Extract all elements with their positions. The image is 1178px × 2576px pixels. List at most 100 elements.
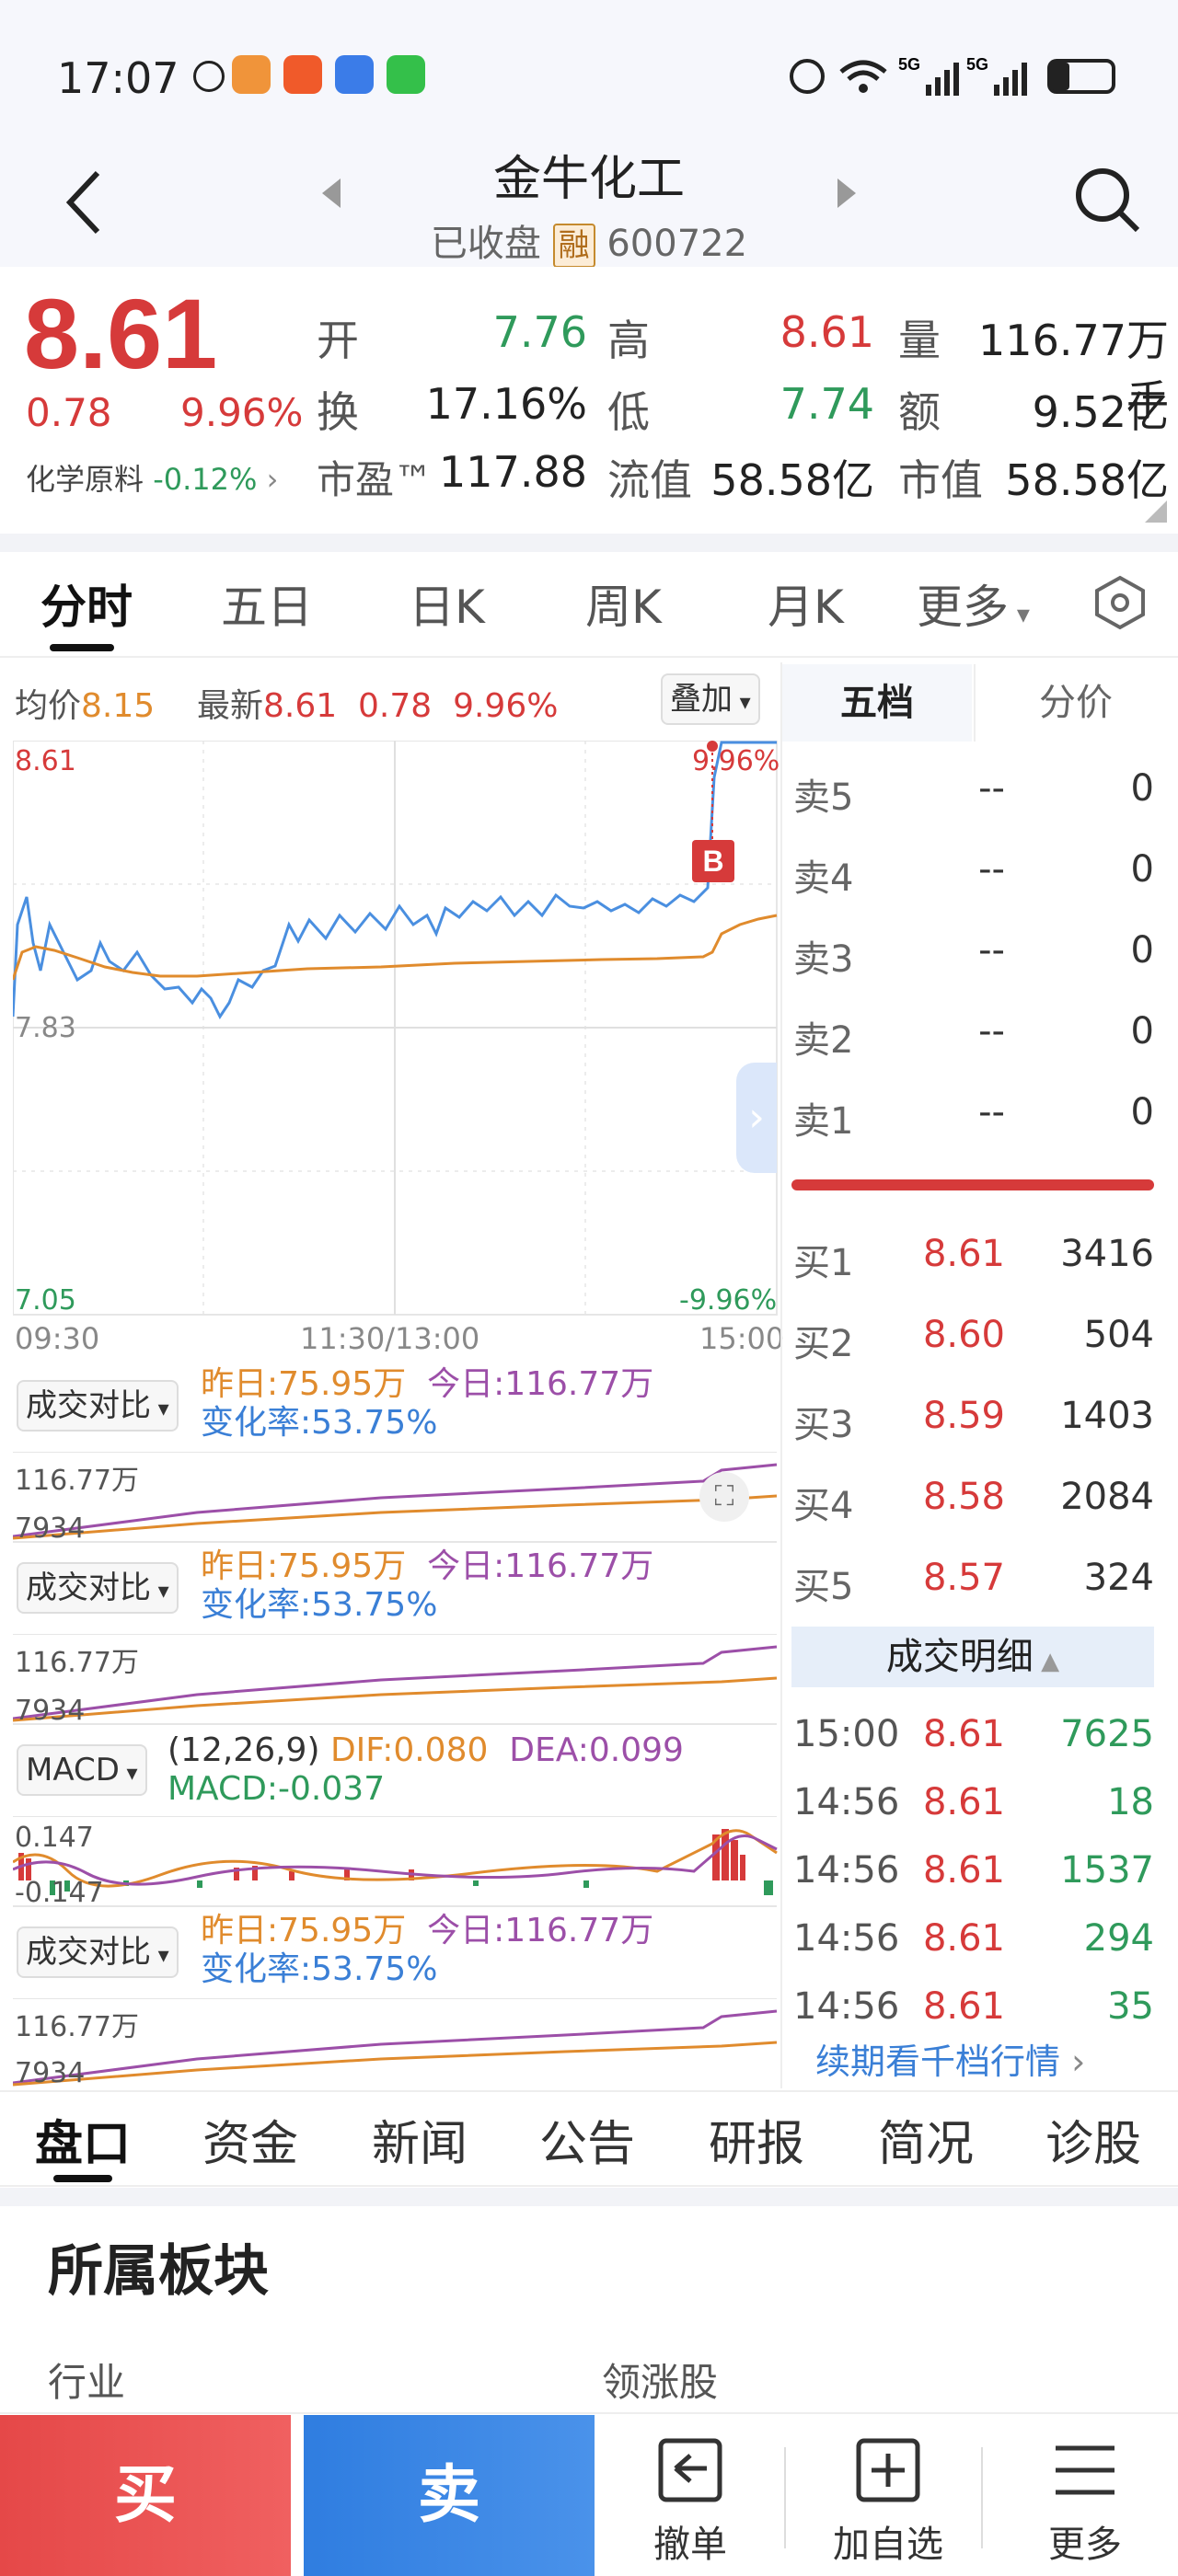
tab-five-day[interactable]: 五日 [221,570,313,637]
section-title: 所属板块 [48,2239,269,2304]
sector-pct: -0.12% [153,462,258,497]
cancel-order-button[interactable]: 撤单 [617,2415,764,2576]
tab-orderbook[interactable]: 盘口 [35,2105,131,2174]
amount-label: 额 [898,387,941,437]
bid-price: 8.60 [922,1314,1005,1356]
bid-label: 买1 [793,1242,854,1284]
latest-label: 最新 [196,687,263,725]
more-levels-link[interactable]: 续期看千档行情 › [815,2033,1085,2084]
tab-funds[interactable]: 资金 [202,2105,298,2174]
bid-price: 8.61 [922,1233,1005,1275]
tab-indicator [53,2175,112,2182]
search-icon[interactable] [1071,164,1145,237]
indicator-legend-2: 昨日:75.95万 今日:116.77万 变化率:53.75% [201,1547,653,1625]
ask-label: 卖1 [793,1100,854,1143]
trade-price: 8.61 [922,1713,1005,1755]
bid-volume: 504 [1083,1314,1154,1356]
stock-subtitle: 已收盘 融 600722 [0,213,1178,268]
ask-price: -- [978,1010,1005,1052]
bid-volume: 3416 [1060,1233,1154,1275]
y-axis-top: 8.61 [15,745,76,777]
trade-volume: 35 [1107,1985,1154,2028]
intraday-price-chart[interactable]: B [13,741,779,1317]
indicator-select-1[interactable]: 成交对比 ▾ [17,1380,179,1432]
corner-fold-icon [1145,500,1167,523]
x-axis-start: 09:30 [15,1321,100,1356]
today-volume: 今日:116.77万 [427,1912,654,1949]
app-icon [232,55,271,94]
pe-value: 117.88 [439,447,587,497]
tab-more-label: 更多 [917,581,1009,634]
ask-volume: 0 [1130,1091,1154,1133]
chart-legend: 均价8.15 最新8.61 0.78 9.96% [15,679,558,727]
macd-legend: (12,26,9) DIF:0.080 DEA:0.099 MACD:-0.03… [167,1731,684,1809]
high-value: 8.61 [780,307,874,357]
tab-diagnosis[interactable]: 诊股 [1045,2105,1141,2174]
indicator-select-2[interactable]: 成交对比 ▾ [17,1562,179,1614]
overlay-label: 叠加 [670,681,733,718]
indicator-ymax: 116.77万 [15,2011,139,2043]
wifi-icon [839,60,887,93]
macd-value: MACD:-0.037 [167,1770,386,1808]
add-watchlist-button[interactable]: 加自选 [810,2415,966,2576]
y-axis-bottom: 7.05 [15,1284,76,1317]
ask-label: 卖5 [793,776,854,819]
trade-time: 14:56 [793,1781,900,1823]
change-rate: 变化率:53.75% [201,1586,438,1624]
more-button[interactable]: 更多 [1007,2415,1163,2576]
latest-value: 8.61 [262,687,338,725]
tab-announcements[interactable]: 公告 [539,2105,635,2174]
bid-volume: 2084 [1060,1476,1154,1518]
tab-news[interactable]: 新闻 [372,2105,468,2174]
separator [784,2447,786,2548]
separator [981,2447,983,2548]
market-cap-label: 市值 [898,455,983,505]
appmarket-icon [335,55,374,94]
price-change-pct: 9.96% [180,390,304,435]
indicator-ymax: 116.77万 [15,1465,139,1497]
caret-down-icon: ▾ [1009,599,1030,629]
latest-pct: 9.96% [453,687,559,725]
sell-button[interactable]: 卖 [304,2415,595,2576]
tab-weekly-k[interactable]: 周K [585,570,662,637]
turnover-label: 换 [317,387,359,437]
y-axis-mid: 7.83 [15,1012,76,1044]
bid-price: 8.59 [922,1395,1005,1437]
caret-up-icon: ▲ [1033,1648,1060,1675]
battery-icon [1047,59,1115,94]
today-volume: 今日:116.77万 [427,1547,654,1585]
tab-monthly-k[interactable]: 月K [768,570,844,637]
tab-research[interactable]: 研报 [709,2105,804,2174]
trade-volume: 7625 [1060,1713,1154,1755]
caret-down-icon: ▾ [151,1396,169,1421]
indicator-select-macd[interactable]: MACD ▾ [17,1744,147,1796]
chevron-right-icon: › [266,462,279,497]
settings-hex-icon[interactable] [1091,574,1149,631]
status-time: 17:07 [57,53,179,103]
tab-profile[interactable]: 简况 [878,2105,974,2174]
bid-volume: 1403 [1060,1395,1154,1437]
volume-label: 量 [898,316,941,365]
sector-link[interactable]: 化学原料 -0.12% › [26,456,278,499]
expand-panel-handle[interactable]: › [736,1063,777,1173]
tab-intraday[interactable]: 分时 [40,570,133,637]
ask-volume: 0 [1130,848,1154,891]
cancel-order-label: 撤单 [653,2524,727,2566]
ask-volume: 0 [1130,767,1154,810]
trade-detail-header[interactable]: 成交明细 ▲ [791,1627,1154,1687]
indicator-select-4[interactable]: 成交对比 ▾ [17,1926,179,1978]
buy-button[interactable]: 买 [0,2415,291,2576]
section-col-industry: 行业 [48,2360,126,2405]
overlay-button[interactable]: 叠加 ▾ [661,673,760,725]
tab-daily-k[interactable]: 日K [409,570,485,637]
float-cap-value: 58.58亿 [710,455,874,505]
fullscreen-icon[interactable]: ⛶ [699,1472,749,1522]
caret-down-icon: ▾ [151,1942,169,1968]
tab-price-distribution[interactable]: 分价 [974,664,1176,742]
high-label: 高 [607,316,650,365]
tab-five-level[interactable]: 五档 [782,664,972,742]
tab-more[interactable]: 更多 ▾ [917,570,1030,637]
ask-label: 卖4 [793,857,854,900]
yesterday-volume: 昨日:75.95万 [201,1912,407,1949]
x-axis-mid: 11:30/13:00 [300,1321,480,1356]
